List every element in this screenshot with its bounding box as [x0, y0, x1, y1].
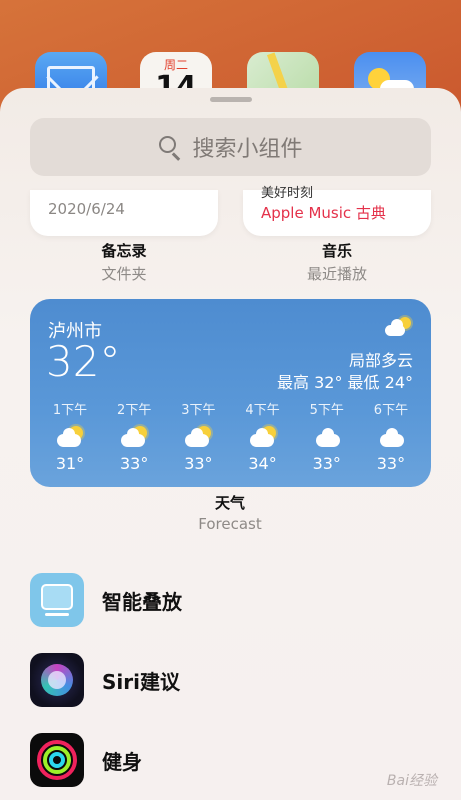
weather-widget-label: 天气 Forecast: [136, 492, 324, 533]
hour-temp: 33°: [184, 454, 213, 473]
partly-cloudy-icon: [246, 422, 280, 452]
partly-cloudy-icon: [385, 317, 411, 337]
notes-date: 2020/6/24: [48, 200, 125, 218]
hour-time: 3下午: [181, 403, 216, 418]
widget-subtitle: 最近播放: [306, 265, 367, 283]
widget-subtitle: Forecast: [198, 515, 262, 533]
hour-temp: 31°: [55, 454, 85, 473]
hour-item: 6下午 33°: [361, 399, 421, 473]
search-field[interactable]: 搜索小组件: [30, 118, 431, 176]
list-item-smart-stack[interactable]: 智能叠放: [30, 573, 182, 627]
widget-subtitle: 文件夹: [101, 265, 147, 283]
music-source: Apple Music 古典: [261, 204, 386, 222]
music-widget-label: 音乐 最近播放: [243, 240, 431, 284]
hour-item: 2下午 33°: [104, 399, 164, 473]
hour-item: 3下午 33°: [168, 399, 228, 473]
weather-range: 最高 32° 最低 24°: [277, 373, 413, 392]
notes-widget-label: 备忘录 文件夹: [30, 240, 218, 284]
widget-title: 备忘录: [101, 242, 147, 260]
hour-time: 5下午: [309, 403, 344, 418]
search-placeholder: 搜索小组件: [192, 137, 303, 162]
smart-stack-icon: [30, 573, 84, 627]
hour-time: 4下午: [245, 403, 280, 418]
hour-temp: 33°: [376, 454, 406, 473]
hour-time: 6下午: [373, 403, 409, 418]
siri-icon: [30, 653, 84, 707]
widget-gallery-sheet: 搜索小组件 2020/6/24 美好时刻 Apple Music 古典 备忘录 …: [0, 88, 461, 800]
weather-current-temp: 32°: [46, 337, 121, 386]
hour-time: 2下午: [117, 403, 152, 418]
hour-item: 5下午 33°: [297, 399, 357, 473]
list-item-siri[interactable]: Siri建议: [30, 653, 180, 707]
fitness-icon: [30, 733, 84, 787]
hour-temp: 33°: [120, 454, 149, 473]
cloud-icon: [310, 422, 344, 452]
music-widget[interactable]: 美好时刻 Apple Music 古典: [243, 186, 431, 236]
list-item-label: Siri建议: [102, 669, 180, 694]
hour-temp: 34°: [248, 454, 277, 473]
cloud-icon: [374, 422, 408, 452]
hour-item: 4下午 34°: [233, 399, 293, 473]
watermark: Bai经验: [386, 773, 437, 789]
hour-item: 1下午 31°: [40, 399, 100, 473]
hour-time: 1下午: [52, 403, 88, 418]
partly-cloudy-icon: [117, 422, 151, 452]
weather-condition: 局部多云: [348, 351, 413, 370]
hour-temp: 33°: [312, 454, 341, 473]
notes-widget[interactable]: 2020/6/24: [30, 190, 218, 236]
weather-widget[interactable]: 泸州市 32° 局部多云 最高 32° 最低 24° 1下午 31° 2下午 3…: [30, 299, 431, 487]
hourly-forecast: 1下午 31° 2下午 33° 3下午 33° 4下午 34° 5下午 33° …: [40, 399, 421, 473]
list-item-label: 智能叠放: [102, 589, 182, 614]
music-track: 美好时刻: [261, 186, 314, 201]
list-item-fitness[interactable]: 健身: [30, 733, 142, 787]
partly-cloudy-icon: [53, 422, 87, 452]
search-icon: [158, 135, 182, 161]
sheet-grabber[interactable]: [210, 97, 252, 102]
list-item-label: 健身: [102, 749, 142, 774]
widget-title: 天气: [214, 494, 245, 512]
widget-title: 音乐: [321, 242, 352, 260]
partly-cloudy-icon: [181, 422, 215, 452]
